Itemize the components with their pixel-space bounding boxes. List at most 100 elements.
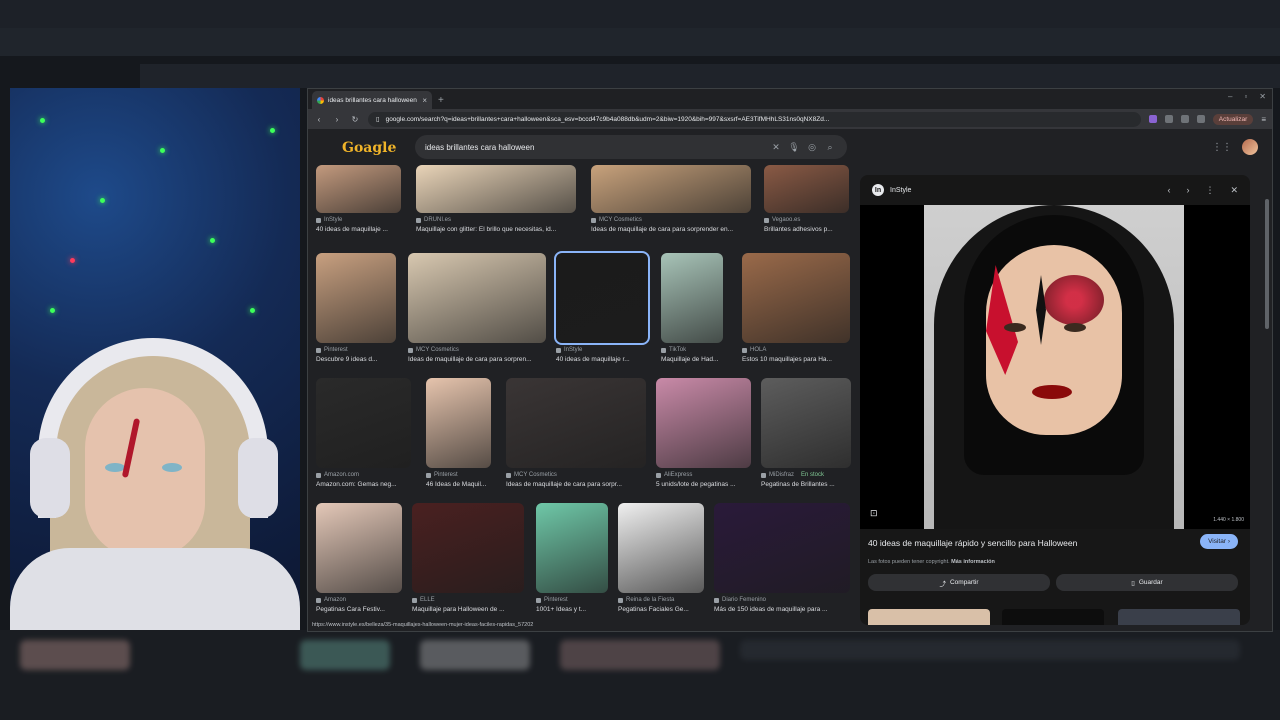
- reload-icon[interactable]: ↻: [350, 115, 360, 124]
- result-thumbnail[interactable]: [764, 165, 849, 213]
- result-caption[interactable]: Maquillaje de Had...: [661, 356, 723, 363]
- result-caption[interactable]: Amazon.com: Gemas neg...: [316, 481, 411, 488]
- google-doodle-logo[interactable]: Goagle: [338, 134, 396, 160]
- result-thumbnail[interactable]: [506, 378, 646, 468]
- image-result-card[interactable]: Amazon Pegatinas Cara Festiv...: [316, 503, 402, 620]
- close-preview-icon[interactable]: ✕: [1230, 185, 1238, 196]
- result-thumbnail[interactable]: [742, 253, 850, 343]
- image-result-card[interactable]: Pinterest 46 Ideas de Maquil...: [426, 378, 491, 498]
- minimize-icon[interactable]: –: [1228, 92, 1232, 101]
- extension-icon[interactable]: [1164, 115, 1173, 123]
- result-caption[interactable]: Estos 10 maquillajes para Ha...: [742, 356, 850, 363]
- share-button[interactable]: ⤴ Compartir: [868, 574, 1050, 591]
- more-info-link[interactable]: Más información: [951, 559, 995, 565]
- save-button[interactable]: ▯ Guardar: [1056, 574, 1238, 591]
- result-thumbnail[interactable]: [416, 165, 576, 213]
- close-window-icon[interactable]: ✕: [1259, 92, 1266, 101]
- update-button[interactable]: Actualizar: [1212, 113, 1254, 125]
- sidebar-icon[interactable]: [1196, 115, 1205, 123]
- image-result-card[interactable]: MCY Cosmetics Ideas de maquillaje de cara…: [408, 253, 546, 373]
- image-result-card[interactable]: MCY Cosmetics Ideas de maquillaje de cara…: [591, 165, 751, 243]
- preview-image[interactable]: ⊡ 1.440 × 1.800: [860, 205, 1250, 529]
- maximize-icon[interactable]: ▫: [1244, 92, 1247, 101]
- image-result-card[interactable]: InStyle 40 ideas de maquillaje r...: [554, 251, 650, 373]
- result-caption[interactable]: Brillantes adhesivos p...: [764, 226, 849, 233]
- result-thumbnail[interactable]: [714, 503, 850, 593]
- result-caption[interactable]: Ideas de maquillaje de cara para sorpren…: [408, 356, 546, 363]
- result-caption[interactable]: 1001+ Ideas y t...: [536, 606, 608, 613]
- more-options-icon[interactable]: ⋮: [1205, 185, 1214, 196]
- image-result-card[interactable]: Pinterest 1001+ Ideas y t...: [536, 503, 608, 620]
- extension-icon[interactable]: [1148, 115, 1157, 123]
- result-thumbnail[interactable]: [412, 503, 524, 593]
- result-caption[interactable]: Maquillaje con glitter: El brillo que ne…: [416, 226, 576, 233]
- url-field[interactable]: ▯ google.com/search?q=ideas+brillantes+c…: [368, 111, 1141, 127]
- search-box[interactable]: ideas brillantes cara halloween ✕ 🎙 ◎ ⌕: [415, 135, 847, 159]
- google-apps-icon[interactable]: ⋮⋮: [1212, 142, 1232, 153]
- image-result-card[interactable]: Vegaoo.es Brillantes adhesivos p...: [764, 165, 849, 243]
- image-result-card[interactable]: HOLA Estos 10 maquillajes para Ha...: [742, 253, 850, 373]
- image-result-card[interactable]: Reina de la Fiesta Pegatinas Faciales Ge.…: [618, 503, 704, 620]
- result-thumbnail[interactable]: [426, 378, 491, 468]
- result-thumbnail[interactable]: [656, 378, 751, 468]
- voice-search-icon[interactable]: 🎙: [787, 142, 801, 153]
- result-caption[interactable]: Descubre 9 ideas d...: [316, 356, 396, 363]
- result-caption[interactable]: Pegatinas Faciales Ge...: [618, 606, 704, 613]
- image-result-card[interactable]: ELLE Maquillaje para Halloween de ...: [412, 503, 524, 620]
- avatar[interactable]: [1242, 139, 1258, 155]
- previous-image-icon[interactable]: ‹: [1167, 185, 1170, 195]
- result-thumbnail[interactable]: [408, 253, 546, 343]
- search-icon[interactable]: ⌕: [823, 142, 837, 153]
- related-image[interactable]: [868, 609, 990, 625]
- result-caption[interactable]: 40 ideas de maquillaje ...: [316, 226, 401, 233]
- result-caption[interactable]: Más de 150 ideas de maquillaje para ...: [714, 606, 850, 613]
- image-result-card[interactable]: InStyle 40 ideas de maquillaje ...: [316, 165, 401, 243]
- result-thumbnail[interactable]: [591, 165, 751, 213]
- tab-google-search[interactable]: ideas brillantes cara halloween ×: [312, 91, 432, 109]
- result-thumbnail[interactable]: [316, 503, 402, 593]
- result-caption[interactable]: Ideas de maquillaje de cara para sorpren…: [591, 226, 751, 233]
- result-thumbnail[interactable]: [316, 253, 396, 343]
- image-result-card[interactable]: Pinterest Descubre 9 ideas d...: [316, 253, 396, 373]
- result-thumbnail[interactable]: [661, 253, 723, 343]
- clear-search-icon[interactable]: ✕: [769, 142, 783, 153]
- back-icon[interactable]: ‹: [314, 115, 324, 124]
- preview-source[interactable]: InStyle: [890, 187, 1151, 194]
- result-thumbnail[interactable]: [554, 251, 650, 345]
- image-result-card[interactable]: TikTok Maquillaje de Had...: [661, 253, 723, 373]
- result-caption[interactable]: Ideas de maquillaje de cara para sorpr..…: [506, 481, 646, 488]
- menu-icon[interactable]: ≡: [1261, 115, 1266, 124]
- lens-search-icon[interactable]: ◎: [805, 142, 819, 153]
- result-thumbnail[interactable]: [316, 165, 401, 213]
- search-input[interactable]: ideas brillantes cara halloween: [425, 143, 765, 152]
- result-thumbnail[interactable]: [316, 378, 411, 468]
- source-name: Pinterest: [434, 472, 458, 478]
- result-thumbnail[interactable]: [536, 503, 608, 593]
- result-caption[interactable]: 46 Ideas de Maquil...: [426, 481, 491, 488]
- result-caption[interactable]: Pegatinas de Brillantes ...: [761, 481, 851, 488]
- image-result-card[interactable]: Amazon.com Amazon.com: Gemas neg...: [316, 378, 411, 498]
- extensions-puzzle-icon[interactable]: [1180, 115, 1189, 123]
- image-result-card[interactable]: AliExpress 5 unids/lote de pegatinas ...: [656, 378, 751, 498]
- image-result-card[interactable]: Diario Femenino Más de 150 ideas de maqui…: [714, 503, 850, 620]
- image-result-card[interactable]: DRUNI.es Maquillaje con glitter: El brill…: [416, 165, 576, 243]
- related-image[interactable]: [1118, 609, 1240, 625]
- image-result-card[interactable]: MiDisfraz En stock Pegatinas de Brillantes…: [761, 378, 851, 498]
- visit-button[interactable]: Visitar ›: [1200, 534, 1238, 549]
- result-caption[interactable]: 5 unids/lote de pegatinas ...: [656, 481, 751, 488]
- preview-title[interactable]: 40 ideas de maquillaje rápido y sencillo…: [868, 538, 1077, 548]
- related-image[interactable]: [1002, 609, 1104, 625]
- image-result-card[interactable]: MCY Cosmetics Ideas de maquillaje de cara…: [506, 378, 646, 498]
- close-tab-icon[interactable]: ×: [422, 96, 427, 105]
- bookmark-icon[interactable]: ▯: [376, 115, 380, 123]
- result-thumbnail[interactable]: [761, 378, 851, 468]
- result-thumbnail[interactable]: [618, 503, 704, 593]
- scrollbar[interactable]: [1265, 199, 1269, 329]
- result-caption[interactable]: 40 ideas de maquillaje r...: [556, 356, 648, 363]
- lens-icon[interactable]: ⊡: [870, 508, 878, 519]
- result-caption[interactable]: Pegatinas Cara Festiv...: [316, 606, 402, 613]
- new-tab-icon[interactable]: +: [438, 95, 444, 106]
- next-image-icon[interactable]: ›: [1186, 185, 1189, 195]
- forward-icon[interactable]: ›: [332, 115, 342, 124]
- result-caption[interactable]: Maquillaje para Halloween de ...: [412, 606, 524, 613]
